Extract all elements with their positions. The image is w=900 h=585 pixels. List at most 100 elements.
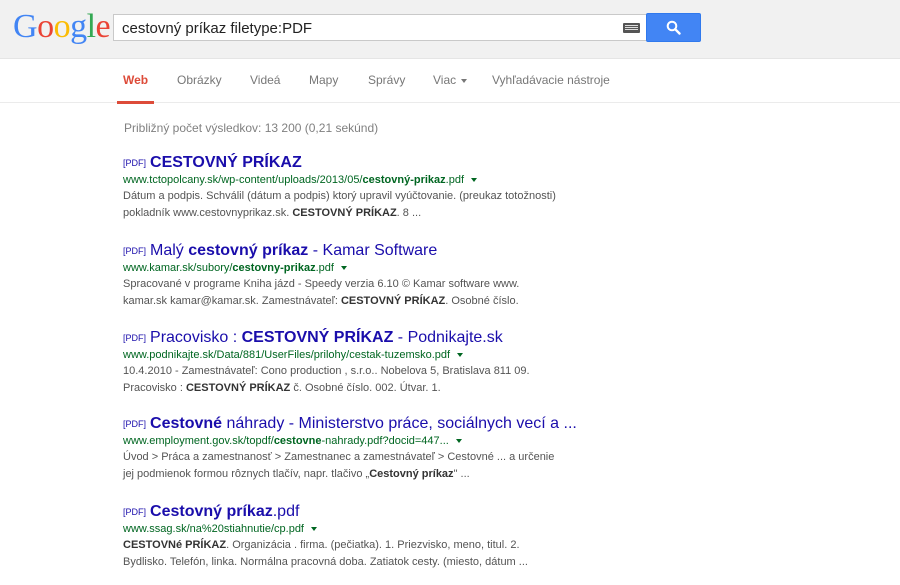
caret-down-icon[interactable] [455, 439, 462, 444]
result-snippet-line: Pracovisko : CESTOVNÝ PRÍKAZ č. Osobné č… [123, 381, 593, 396]
result-title: CESTOVNÝ PRÍKAZ [150, 154, 302, 171]
text-segment: Dátum a podpis. Schválil (dátum a podpis… [123, 190, 556, 202]
search-result: [PDF] Cestovný príkaz.pdf www.ssag.sk/na%… [123, 502, 593, 570]
highlighted-text: Cestovné [150, 415, 223, 432]
result-title-link[interactable]: [PDF] CESTOVNÝ PRÍKAZ [123, 153, 593, 172]
logo-letter: e [95, 8, 111, 45]
text-segment: 10.4.2010 - Zamestnávateľ: Cono producti… [123, 365, 530, 377]
tab-videos[interactable]: Videá [250, 73, 280, 87]
caret-down-icon[interactable] [471, 178, 478, 183]
result-title: Cestovné náhrady - Ministerstvo práce, s… [150, 415, 577, 432]
logo-letter: l [86, 8, 96, 45]
pdf-tag: [PDF] [123, 333, 147, 343]
text-segment: náhrady - Ministerstvo práce, sociálnych… [222, 415, 577, 432]
highlighted-text: cestovný-prikaz [362, 174, 446, 186]
result-url-text: www.kamar.sk/subory/cestovny-prikaz.pdf [123, 262, 334, 274]
highlighted-text: cestovne [273, 435, 322, 447]
text-segment: . Organizácia . firma. (pečiatka). 1. Pr… [226, 539, 520, 551]
highlighted-text: cestovný príkaz [188, 242, 309, 259]
search-button[interactable] [646, 13, 701, 42]
search-box [113, 14, 646, 41]
text-segment: Spracované v programe Kniha jázd - Speed… [123, 278, 520, 290]
result-snippet-line: pokladník www.cestovnyprikaz.sk. CESTOVN… [123, 206, 593, 221]
logo-letter: g [70, 8, 87, 45]
tab-news[interactable]: Správy [368, 73, 405, 87]
text-segment: Malý [150, 242, 189, 259]
pdf-tag: [PDF] [123, 158, 147, 168]
highlighted-text: CESTOVNÝ PRÍKAZ [292, 207, 397, 219]
result-url-text: www.podnikajte.sk/Data/881/UserFiles/pri… [123, 349, 450, 361]
google-logo[interactable]: Google [13, 8, 111, 45]
text-segment: www.tctopolcany.sk/wp-content/uploads/20… [123, 174, 363, 186]
highlighted-text: CESTOVNÝ PRÍKAZ [241, 329, 394, 346]
text-segment: . 8 ... [396, 207, 422, 219]
result-title: Cestovný príkaz.pdf [150, 503, 299, 520]
logo-letter: o [53, 8, 71, 45]
search-result: [PDF] CESTOVNÝ PRÍKAZ www.tctopolcany.sk/… [123, 153, 593, 221]
highlighted-text: CESTOVNÝ PRÍKAZ [185, 382, 291, 394]
chevron-down-icon [461, 78, 468, 83]
result-title-link[interactable]: [PDF] Pracovisko : CESTOVNÝ PRÍKAZ - Podn… [123, 328, 593, 347]
tab-images[interactable]: Obrázky [177, 73, 222, 87]
search-tabs: Web Obrázky Videá Mapy Správy Viac Vyhľa… [0, 59, 900, 104]
caret-down-icon[interactable] [340, 266, 347, 271]
caret-down-icon[interactable] [311, 527, 317, 532]
result-title: Malý cestovný príkaz - Kamar Software [150, 242, 437, 259]
result-url: www.ssag.sk/na%20stiahnutie/cp.pdf [123, 522, 593, 536]
text-segment: č. Osobné číslo. 002. Útvar. 1. [290, 382, 441, 394]
result-snippet-line: kamar.sk kamar@kamar.sk. Zamestnávateľ: … [123, 294, 593, 309]
text-segment: Bydlisko. Telefón, linka. Normálna praco… [123, 556, 528, 568]
search-input[interactable] [122, 18, 612, 38]
text-segment: . Osobné číslo. [445, 295, 519, 307]
result-title-link[interactable]: [PDF] Cestovné náhrady - Ministerstvo prá… [123, 414, 593, 433]
logo-letter: G [13, 8, 38, 45]
result-url-text: www.ssag.sk/na%20stiahnutie/cp.pdf [123, 523, 304, 535]
result-title-link[interactable]: [PDF] Malý cestovný príkaz - Kamar Softwa… [123, 241, 593, 260]
tab-maps[interactable]: Mapy [309, 73, 338, 87]
result-url: www.podnikajte.sk/Data/881/UserFiles/pri… [123, 348, 593, 362]
text-segment: .pdf [272, 503, 300, 520]
result-title-link[interactable]: [PDF] Cestovný príkaz.pdf [123, 502, 593, 521]
text-segment: kamar.sk kamar@kamar.sk. Zamestnávateľ: [123, 295, 341, 307]
result-url: www.employment.gov.sk/topdf/cestovne-nah… [123, 434, 593, 448]
highlighted-text: CESTOVNÝ PRÍKAZ [150, 154, 302, 171]
result-snippet-line: Dátum a podpis. Schválil (dátum a podpis… [123, 189, 593, 204]
highlighted-text: CESTOVNÝ PRÍKAZ [340, 295, 446, 307]
result-snippet-line: Bydlisko. Telefón, linka. Normálna praco… [123, 555, 593, 570]
result-url: www.tctopolcany.sk/wp-content/uploads/20… [123, 173, 593, 187]
result-snippet-line: jej podmienok formou rôznych tlačív, nap… [123, 467, 593, 482]
search-icon [666, 20, 681, 35]
text-segment: - Kamar Software [308, 242, 438, 259]
pdf-tag: [PDF] [123, 507, 147, 517]
text-segment: www.ssag.sk/na%20stiahnutie/cp.pdf [123, 523, 304, 535]
text-segment: - Podnikajte.sk [393, 329, 503, 346]
result-snippet-line: Úvod > Práca a zamestnanosť > Zamestnane… [123, 450, 593, 465]
text-segment: " ... [453, 468, 470, 480]
tab-search-tools[interactable]: Vyhľadávacie nástroje [492, 73, 610, 87]
result-title: Pracovisko : CESTOVNÝ PRÍKAZ - Podnikajt… [150, 329, 503, 346]
tab-web[interactable]: Web [116, 73, 155, 104]
highlighted-text: cestovny-prikaz [232, 262, 316, 274]
logo-letter: o [37, 8, 54, 45]
search-result: [PDF] Pracovisko : CESTOVNÝ PRÍKAZ - Podn… [123, 328, 593, 396]
text-segment: jej podmienok formou rôznych tlačív, nap… [123, 468, 370, 480]
tab-more[interactable]: Viac [433, 73, 468, 87]
highlighted-text: Cestovný príkaz [150, 503, 273, 520]
result-url-text: www.tctopolcany.sk/wp-content/uploads/20… [123, 174, 464, 186]
result-snippet-line: 10.4.2010 - Zamestnávateľ: Cono producti… [123, 364, 593, 379]
caret-down-icon[interactable] [457, 353, 464, 358]
search-result: [PDF] Cestovné náhrady - Ministerstvo prá… [123, 414, 593, 482]
text-segment: Pracovisko : [150, 329, 242, 346]
highlighted-text: Cestovný príkaz [369, 468, 454, 480]
text-segment: Pracovisko : [123, 382, 186, 394]
pdf-tag: [PDF] [123, 419, 147, 429]
highlighted-text: CESTOVNé PRÍKAZ [123, 539, 227, 551]
tab-more-label: Viac [433, 73, 457, 87]
text-segment: www.podnikajte.sk/Data/881/UserFiles/pri… [123, 349, 451, 361]
keyboard-icon[interactable] [623, 23, 640, 33]
result-url: www.kamar.sk/subory/cestovny-prikaz.pdf [123, 261, 593, 275]
text-segment: -nahrady.pdf?docid=447... [321, 435, 449, 447]
result-stats: Približný počet výsledkov: 13 200 (0,21 … [124, 121, 379, 135]
text-segment: www.employment.gov.sk/topdf/ [123, 435, 274, 447]
text-segment: .pdf [445, 174, 465, 186]
